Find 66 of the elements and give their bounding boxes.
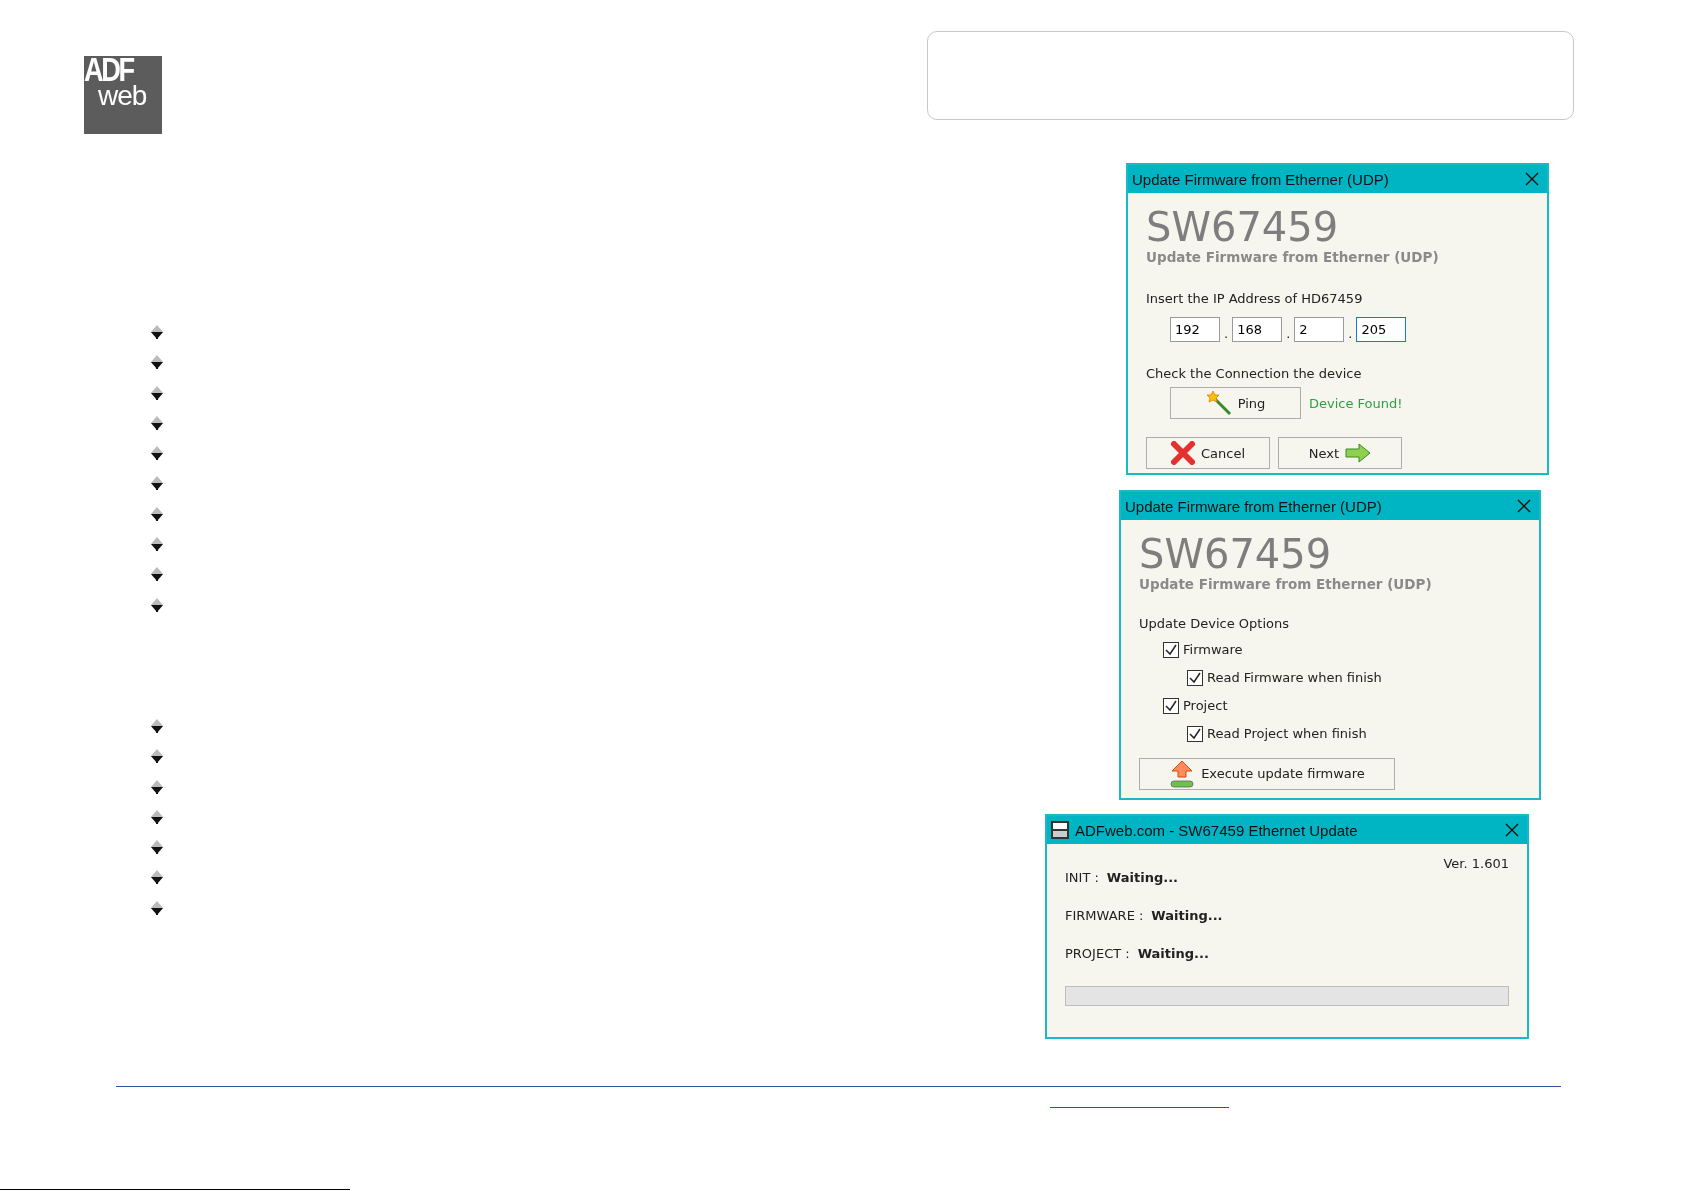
ip-separator: . bbox=[1224, 326, 1229, 342]
ip-octet-field[interactable]: 168 bbox=[1232, 316, 1283, 342]
window-title: Update Firmware from Etherner (UDP) bbox=[1132, 170, 1390, 188]
cancel-button[interactable]: Cancel bbox=[1146, 437, 1270, 470]
window-title: ADFweb.com - SW67459 Ethernet Update bbox=[1075, 821, 1359, 839]
bullet-icon bbox=[150, 809, 164, 824]
check-icon bbox=[1188, 726, 1202, 741]
execute-button[interactable]: Execute update firmware bbox=[1139, 757, 1395, 790]
arrow-icon bbox=[1345, 443, 1372, 464]
bullet-icon bbox=[150, 476, 164, 491]
status-label: PROJECT : bbox=[1065, 944, 1130, 963]
ip-separator: . bbox=[1286, 326, 1291, 342]
status-label: INIT : bbox=[1065, 868, 1099, 887]
checkbox[interactable] bbox=[1163, 697, 1179, 714]
field-label: Check the Connection the device bbox=[1146, 364, 1363, 383]
checkbox-label: Read Project when finish bbox=[1207, 725, 1367, 743]
ip-octet-field[interactable]: 2 bbox=[1294, 316, 1345, 342]
check-icon bbox=[1164, 698, 1178, 713]
checkbox[interactable] bbox=[1163, 641, 1179, 658]
status-value: Waiting... bbox=[1137, 944, 1209, 963]
bullet-icon bbox=[150, 506, 164, 521]
window-title: Update Firmware from Etherner (UDP) bbox=[1125, 497, 1383, 515]
section-label: Update Device Options bbox=[1139, 615, 1290, 634]
product-title: SW67459 bbox=[1146, 207, 1340, 247]
bullet-icon bbox=[150, 537, 164, 552]
bullet-icon bbox=[150, 749, 164, 764]
bullet-icon bbox=[150, 567, 164, 582]
bullet-icon bbox=[150, 900, 164, 915]
ip-separator: . bbox=[1348, 326, 1353, 342]
bullet-icon bbox=[150, 840, 164, 855]
logo-icon bbox=[1051, 821, 1069, 839]
checkbox-label: Read Firmware when finish bbox=[1207, 669, 1382, 687]
bullet-icon bbox=[150, 779, 164, 794]
bullet-icon bbox=[150, 385, 164, 400]
wand-icon bbox=[1205, 390, 1232, 417]
ip-octet-field[interactable]: 192 bbox=[1170, 316, 1220, 342]
product-subtitle: Update Firmware from Etherner (UDP) bbox=[1146, 248, 1440, 267]
check-icon bbox=[1164, 642, 1178, 657]
product-title: SW67459 bbox=[1139, 534, 1333, 574]
bullet-icon bbox=[150, 597, 164, 612]
ping-button[interactable]: Ping bbox=[1170, 387, 1301, 420]
check-icon bbox=[1188, 670, 1202, 685]
checkbox[interactable] bbox=[1187, 669, 1203, 686]
close-button[interactable] bbox=[1525, 172, 1539, 186]
bullet-icon bbox=[150, 446, 164, 461]
bullet-icon bbox=[150, 718, 164, 733]
checkbox-label: Project bbox=[1183, 697, 1228, 715]
close-button[interactable] bbox=[1517, 499, 1531, 513]
bullet-icon bbox=[150, 355, 164, 370]
x-icon bbox=[1170, 441, 1195, 466]
status-text: Device Found! bbox=[1309, 394, 1403, 413]
bullet-icon bbox=[150, 870, 164, 885]
bullet-icon bbox=[150, 415, 164, 430]
next-button[interactable]: Next bbox=[1278, 437, 1402, 470]
status-value: Waiting... bbox=[1151, 906, 1223, 925]
checkbox[interactable] bbox=[1187, 725, 1203, 742]
product-subtitle: Update Firmware from Etherner (UDP) bbox=[1139, 575, 1433, 594]
status-label: FIRMWARE : bbox=[1065, 906, 1144, 925]
status-value: Waiting... bbox=[1106, 868, 1178, 887]
close-button[interactable] bbox=[1505, 823, 1519, 837]
bullet-icon bbox=[150, 325, 164, 339]
upload-icon bbox=[1169, 759, 1196, 788]
version-text: Ver. 1.601 bbox=[1443, 855, 1509, 873]
field-label: Insert the IP Address of HD67459 bbox=[1146, 290, 1364, 309]
checkbox-label: Firmware bbox=[1183, 641, 1243, 659]
ip-octet-field[interactable]: 205 bbox=[1356, 316, 1407, 342]
